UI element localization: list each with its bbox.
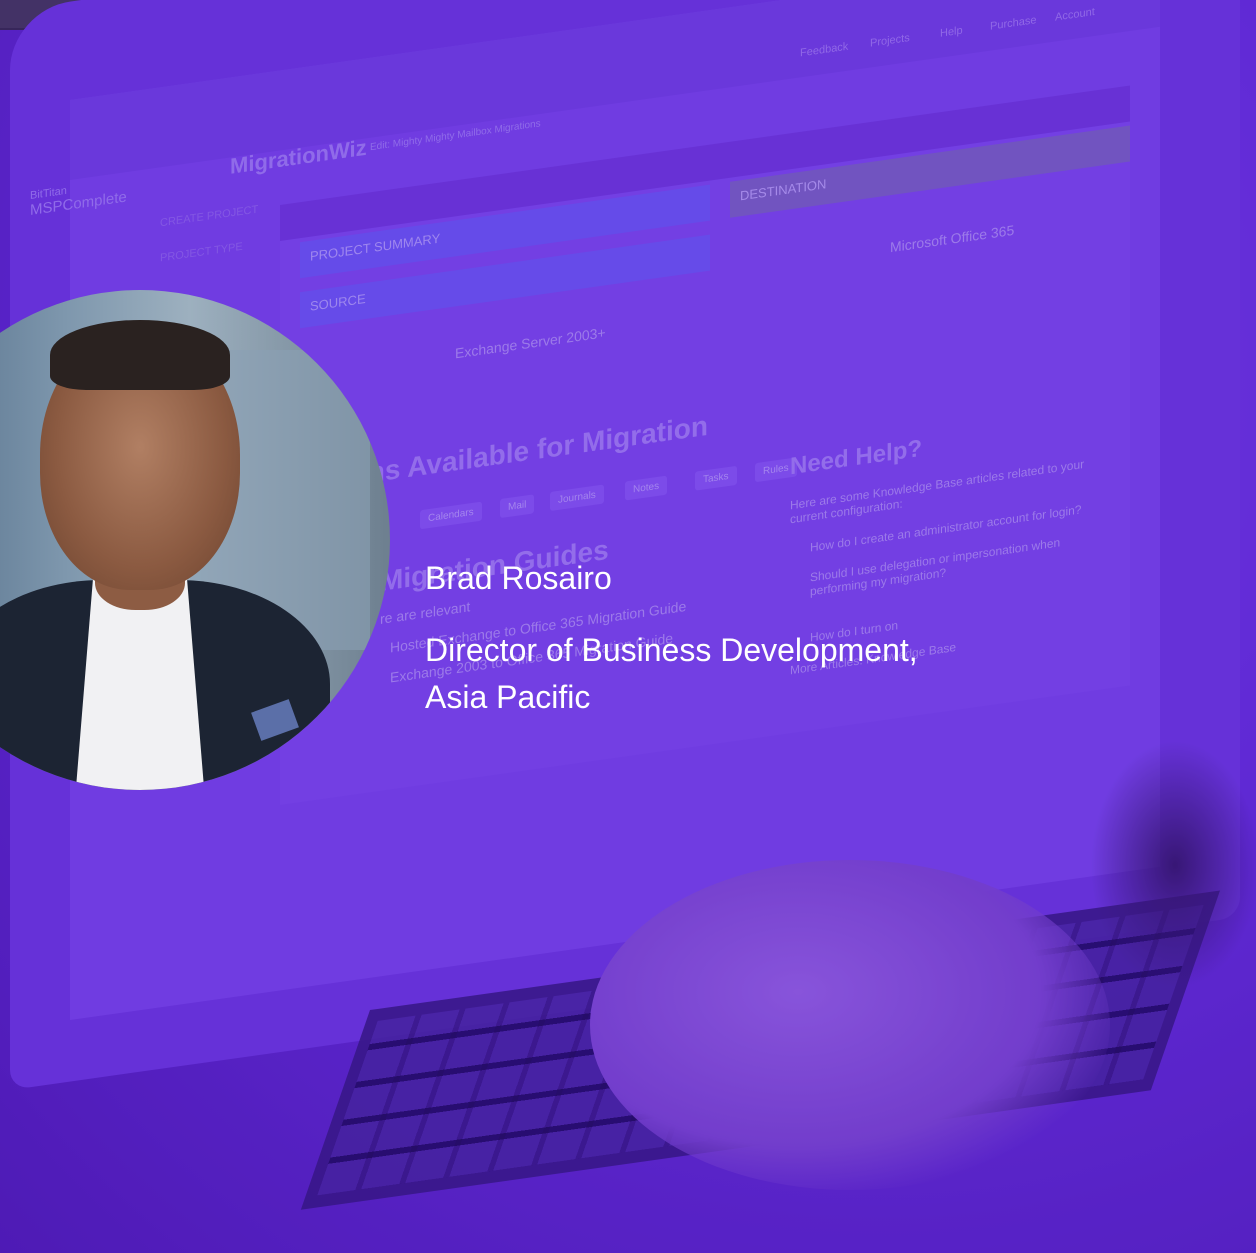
person-caption: Brad Rosairo Director of Business Develo… [425, 555, 918, 721]
hero-banner: Feedback Projects Help Purchase Account … [0, 0, 1256, 1253]
portrait-hair [50, 320, 230, 390]
person-title-line1: Director of Business Development, [425, 632, 918, 668]
person-name: Brad Rosairo [425, 560, 612, 596]
person-title-line2: Asia Pacific [425, 679, 591, 715]
